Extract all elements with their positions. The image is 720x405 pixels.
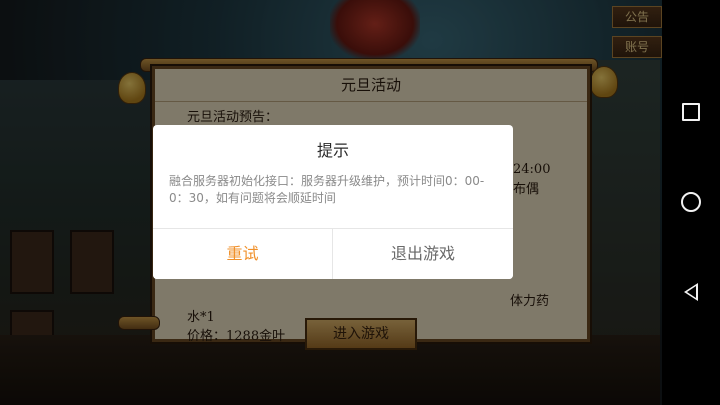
back-button[interactable] <box>662 263 720 321</box>
android-navigation-bar <box>662 0 720 405</box>
back-icon <box>684 283 698 301</box>
retry-button[interactable]: 重试 <box>153 229 332 279</box>
home-icon <box>681 192 701 212</box>
dialog-title: 提示 <box>316 143 349 160</box>
exit-game-button[interactable]: 退出游戏 <box>333 229 513 279</box>
dialog-message: 融合服务器初始化接口：服务器升级维护，预计时间0：00-0：30，如有问题将会顺… <box>169 174 485 205</box>
recent-apps-icon <box>682 103 700 121</box>
recent-apps-button[interactable] <box>662 83 720 141</box>
home-button[interactable] <box>662 173 720 231</box>
alert-dialog: 提示 融合服务器初始化接口：服务器升级维护，预计时间0：00-0：30，如有问题… <box>153 125 513 279</box>
